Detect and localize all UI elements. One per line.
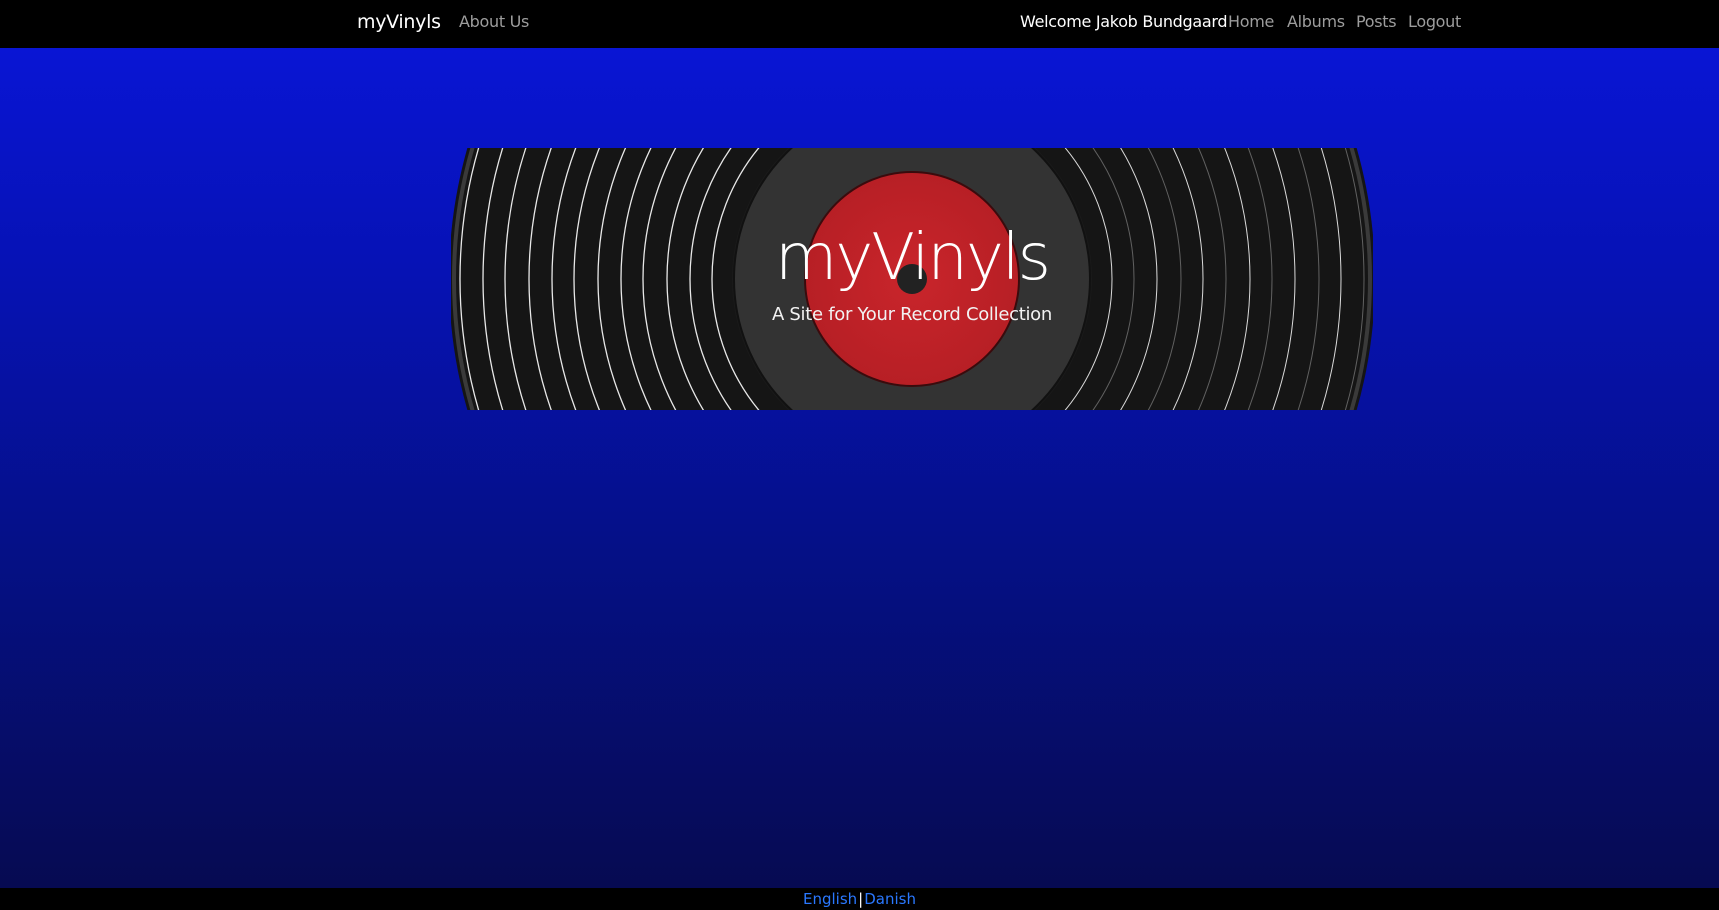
brand-link[interactable]: myVinyls (357, 10, 441, 34)
hero-title: myVinyls (775, 221, 1051, 295)
nav-logout[interactable]: Logout (1408, 11, 1461, 33)
top-navbar: myVinyls About Us Welcome Jakob Bundgaar… (0, 0, 1719, 48)
hero-banner: myVinyls A Site for Your Record Collecti… (451, 148, 1373, 410)
language-english-link[interactable]: English (803, 890, 857, 908)
nav-albums[interactable]: Albums (1287, 11, 1345, 33)
welcome-text: Welcome Jakob Bundgaard (1020, 12, 1228, 31)
footer-language-bar: English|Danish (0, 888, 1719, 910)
nav-home[interactable]: Home (1228, 11, 1274, 33)
language-danish-link[interactable]: Danish (864, 890, 916, 908)
nav-posts[interactable]: Posts (1356, 11, 1397, 33)
nav-about-us[interactable]: About Us (459, 11, 529, 33)
hero-subtitle: A Site for Your Record Collection (772, 304, 1052, 325)
